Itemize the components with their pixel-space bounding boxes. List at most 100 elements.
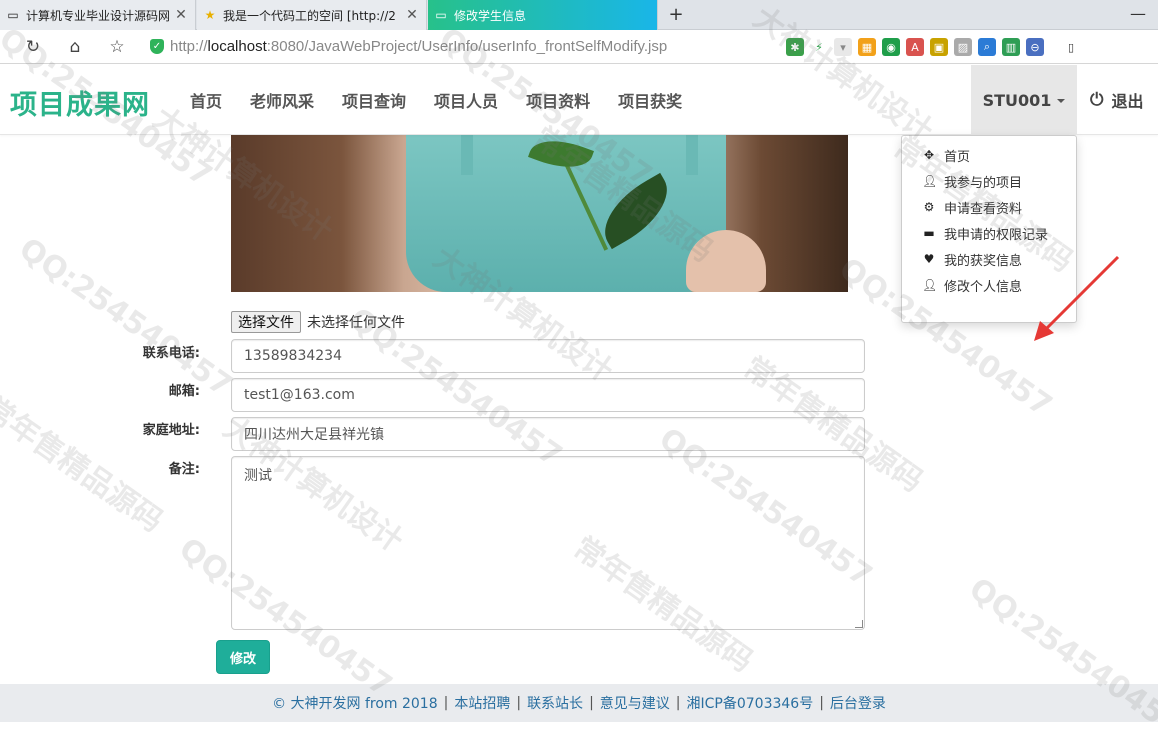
gear-icon: ⚙ (923, 200, 935, 214)
memo-label: 备注: (168, 462, 200, 477)
nav-item-home[interactable]: 首页 (176, 65, 236, 135)
dropdown-item-label: 修改个人信息 (944, 279, 1023, 295)
star-icon: ★ (204, 8, 216, 22)
footer-link-admin[interactable]: 后台登录 (830, 693, 886, 713)
dropdown-item-permission-records[interactable]: ▬ 我申请的权限记录 (902, 220, 1076, 246)
site-brand[interactable]: 项目成果网 (10, 83, 150, 122)
dropdown-item-label: 我的获奖信息 (944, 253, 1023, 269)
site-footer: © 大神开发网 from 2018 | 本站招聘 | 联系站长 | 意见与建议 … (0, 684, 1158, 722)
tab-bar: ▭ 计算机专业毕业设计源码网 ✕ ★ 我是一个代码工的空间 [http://2 … (0, 0, 1158, 30)
power-icon: ⏻ (1090, 90, 1104, 110)
nav-menu: 首页 老师风采 项目查询 项目人员 项目资料 项目获奖 (176, 65, 696, 135)
memo-textarea[interactable]: 测试 (231, 456, 865, 630)
email-field[interactable]: test1@163.com (231, 378, 865, 412)
footer-separator: | (516, 695, 522, 711)
card-icon: ▬ (923, 226, 935, 240)
tab-modify-student[interactable]: ▭ 修改学生信息 (428, 0, 658, 30)
url-scheme: http:// (170, 38, 208, 55)
photo-file-chooser: 选择文件 未选择任何文件 (231, 311, 405, 333)
reload-icon[interactable]: ↻ (22, 36, 44, 58)
tab-title: 我是一个代码工的空间 [http://2 (223, 8, 396, 23)
minimize-icon[interactable]: — (1130, 4, 1146, 23)
site-navbar: 项目成果网 首页 老师风采 项目查询 项目人员 项目资料 项目获奖 STU001… (0, 65, 1158, 135)
page-icon: ▭ (435, 8, 447, 22)
apps-icon[interactable]: ▦ (858, 38, 876, 56)
nav-item-project-members[interactable]: 项目人员 (420, 65, 512, 135)
user-icon: 👤︎ (922, 174, 938, 188)
arrow-head (1034, 321, 1054, 341)
close-icon[interactable]: ✕ (173, 7, 189, 23)
nav-item-project-awards[interactable]: 项目获奖 (604, 65, 696, 135)
photo-strap (686, 135, 698, 175)
tab-code-space[interactable]: ★ 我是一个代码工的空间 [http://2 ✕ (197, 0, 427, 30)
address-field[interactable]: 四川达州大足县祥光镇 (231, 417, 865, 451)
user-menu-toggle[interactable]: STU001 (971, 65, 1077, 135)
footer-link-feedback[interactable]: 意见与建议 (600, 693, 670, 713)
phone-label: 联系电话: (142, 346, 200, 361)
dropdown-item-label: 我参与的项目 (944, 175, 1023, 191)
address-label: 家庭地址: (142, 423, 200, 438)
dropdown-item-modify-profile[interactable]: 👤︎ 修改个人信息 (902, 272, 1076, 298)
footer-link-icp[interactable]: 湘ICP备0703346号 (687, 693, 814, 713)
footer-link-contact[interactable]: 联系站长 (527, 693, 583, 713)
address-bar: ↻ ⌂ ☆ ✓ http://localhost:8080/JavaWebPro… (0, 30, 1158, 64)
footer-copyright: © 大神开发网 from 2018 (272, 696, 438, 712)
close-icon[interactable]: ✕ (404, 7, 420, 23)
user-icon: 👤︎ (922, 278, 938, 292)
device-icon[interactable]: ▯ (1062, 38, 1080, 56)
page-content: 项目成果网 首页 老师风采 项目查询 项目人员 项目资料 项目获奖 STU001… (0, 65, 1158, 722)
email-label: 邮箱: (168, 384, 200, 399)
phone-field[interactable]: 13589834234 (231, 339, 865, 373)
dropdown-item-label: 我申请的权限记录 (944, 227, 1049, 243)
screenshot-icon[interactable]: ▨ (954, 38, 972, 56)
resize-handle-icon[interactable] (855, 620, 863, 628)
minus-circle-icon[interactable]: ⊖ (1026, 38, 1044, 56)
url-input[interactable]: http://localhost:8080/JavaWebProject/Use… (170, 38, 667, 55)
nav-item-project-query[interactable]: 项目查询 (328, 65, 420, 135)
shield-icon: ✓ (150, 39, 164, 54)
user-name: STU001 (982, 90, 1052, 110)
dropdown-item-home[interactable]: ✥ 首页 (902, 142, 1076, 168)
tab-title: 修改学生信息 (454, 8, 527, 23)
browser-window: ▭ 计算机专业毕业设计源码网 ✕ ★ 我是一个代码工的空间 [http://2 … (0, 0, 1158, 744)
bookmark-star-icon[interactable]: ☆ (106, 36, 128, 58)
choose-file-button[interactable]: 选择文件 (231, 311, 301, 333)
chevron-down-icon[interactable]: ▾ (834, 38, 852, 56)
security-icon[interactable]: ◉ (882, 38, 900, 56)
extension-icon[interactable]: ✱ (786, 38, 804, 56)
photo-strap (461, 135, 473, 175)
nav-item-teachers[interactable]: 老师风采 (236, 65, 328, 135)
footer-separator: | (675, 695, 681, 711)
dropdown-item-request-materials[interactable]: ⚙ 申请查看资料 (902, 194, 1076, 220)
home-icon[interactable]: ⌂ (64, 36, 86, 58)
search-icon[interactable]: ⌕ (978, 38, 996, 56)
dropdown-item-label: 申请查看资料 (944, 201, 1023, 217)
plus-icon[interactable]: + (666, 4, 686, 25)
memo-text: 测试 (244, 468, 272, 484)
footer-link-jobs[interactable]: 本站招聘 (454, 693, 510, 713)
dropdown-item-my-projects[interactable]: 👤︎ 我参与的项目 (902, 168, 1076, 194)
move-icon: ✥ (923, 148, 935, 162)
user-dropdown-menu: ✥ 首页 👤︎ 我参与的项目 ⚙ 申请查看资料 ▬ 我申请的权限记录 ♥ 我的获… (901, 135, 1077, 323)
book-icon[interactable]: ▥ (1002, 38, 1020, 56)
user-photo (231, 135, 848, 292)
lightning-icon[interactable]: ⚡ (810, 38, 828, 56)
modify-button[interactable]: 修改 (216, 640, 270, 674)
dropdown-item-my-awards[interactable]: ♥ 我的获奖信息 (902, 246, 1076, 272)
logout-label: 退出 (1111, 92, 1144, 111)
tab-source-site[interactable]: ▭ 计算机专业毕业设计源码网 ✕ (0, 0, 196, 30)
nav-item-project-materials[interactable]: 项目资料 (512, 65, 604, 135)
footer-separator: | (819, 695, 824, 711)
adblock-icon[interactable]: A (906, 38, 924, 56)
game-icon[interactable]: ▣ (930, 38, 948, 56)
page-icon: ▭ (7, 8, 19, 22)
footer-separator: | (443, 695, 449, 711)
caret-down-icon (1057, 99, 1066, 103)
url-host: localhost (207, 38, 267, 55)
url-path: :8080/JavaWebProject/UserInfo/userInfo_f… (266, 38, 668, 55)
footer-separator: | (589, 695, 594, 711)
logout-link[interactable]: ⏻ 退出 (1090, 65, 1143, 135)
file-status: 未选择任何文件 (307, 315, 405, 331)
heart-icon: ♥ (923, 252, 935, 266)
extension-bar: ✱ ⚡ ▾ ▦ ◉ A ▣ ▨ ⌕ ▥ ⊖ ▯ (786, 38, 1080, 56)
